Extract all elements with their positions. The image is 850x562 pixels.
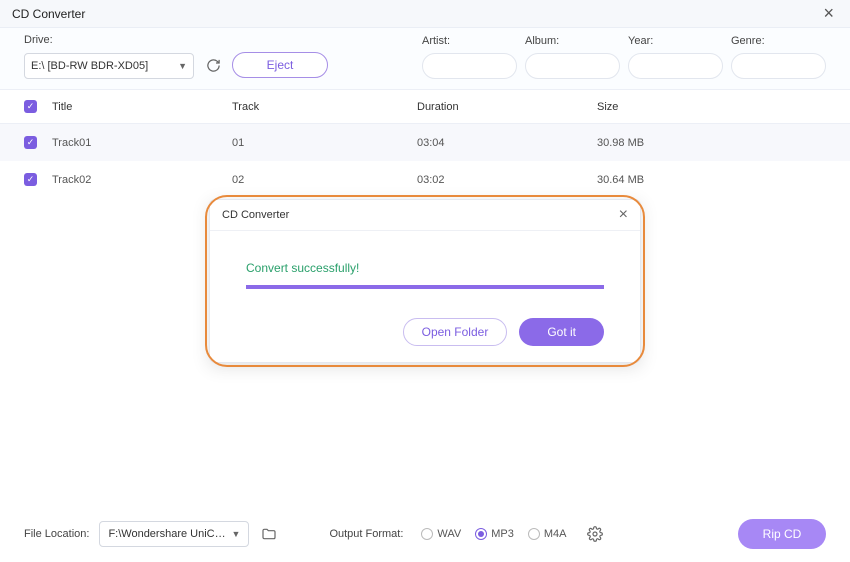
cell-title: Track02	[52, 174, 232, 186]
table-row[interactable]: ✓ Track02 02 03:02 30.64 MB	[0, 161, 850, 198]
format-radio-group: WAV MP3 M4A	[421, 528, 566, 540]
radio-label: WAV	[437, 528, 461, 540]
got-it-button[interactable]: Got it	[519, 318, 604, 346]
rip-cd-button[interactable]: Rip CD	[738, 519, 826, 549]
progress-bar	[246, 285, 604, 289]
drive-label: Drive:	[24, 34, 328, 46]
album-label: Album:	[525, 35, 620, 47]
radio-icon	[528, 528, 540, 540]
genre-group: Genre:	[731, 35, 826, 79]
file-location-label: File Location:	[24, 528, 89, 540]
close-icon[interactable]: ×	[819, 3, 838, 24]
cell-duration: 03:04	[417, 137, 597, 149]
window-title: CD Converter	[12, 7, 85, 21]
cell-track: 01	[232, 137, 417, 149]
settings-icon[interactable]	[587, 524, 607, 544]
select-all-checkbox[interactable]: ✓	[24, 100, 37, 113]
row-checkbox[interactable]: ✓	[24, 136, 37, 149]
drive-value: E:\ [BD-RW BDR-XD05]	[31, 60, 148, 72]
open-folder-button[interactable]: Open Folder	[403, 318, 508, 346]
col-duration: Duration	[417, 101, 597, 113]
folder-icon[interactable]	[259, 524, 279, 544]
col-title: Title	[52, 101, 232, 113]
drive-group: Drive: E:\ [BD-RW BDR-XD05] ▼ Eject	[24, 34, 328, 79]
year-group: Year:	[628, 35, 723, 79]
cell-track: 02	[232, 174, 417, 186]
file-location-value: F:\Wondershare UniConverter	[108, 528, 231, 540]
cell-size: 30.64 MB	[597, 174, 826, 186]
radio-label: M4A	[544, 528, 567, 540]
output-format-label: Output Format:	[329, 528, 403, 540]
radio-icon	[475, 528, 487, 540]
footer-bar: File Location: F:\Wondershare UniConvert…	[0, 506, 850, 562]
refresh-icon[interactable]	[202, 54, 224, 76]
col-track: Track	[232, 101, 417, 113]
cell-duration: 03:02	[417, 174, 597, 186]
table-header: ✓ Title Track Duration Size	[0, 89, 850, 124]
cell-title: Track01	[52, 137, 232, 149]
chevron-down-icon: ▼	[178, 61, 187, 71]
year-input[interactable]	[628, 53, 723, 79]
album-group: Album:	[525, 35, 620, 79]
artist-label: Artist:	[422, 35, 517, 47]
success-message: Convert successfully!	[246, 261, 604, 275]
radio-label: MP3	[491, 528, 514, 540]
modal-header: CD Converter ×	[210, 200, 640, 231]
artist-input[interactable]	[422, 53, 517, 79]
table-row[interactable]: ✓ Track01 01 03:04 30.98 MB	[0, 124, 850, 161]
modal-title: CD Converter	[222, 209, 289, 221]
row-checkbox[interactable]: ✓	[24, 173, 37, 186]
radio-icon	[421, 528, 433, 540]
year-label: Year:	[628, 35, 723, 47]
album-input[interactable]	[525, 53, 620, 79]
modal-close-icon[interactable]: ×	[619, 206, 628, 224]
drive-select[interactable]: E:\ [BD-RW BDR-XD05] ▼	[24, 53, 194, 79]
filter-bar: Drive: E:\ [BD-RW BDR-XD05] ▼ Eject Arti…	[0, 28, 850, 89]
modal-actions: Open Folder Got it	[210, 304, 640, 362]
format-wav[interactable]: WAV	[421, 528, 461, 540]
genre-label: Genre:	[731, 35, 826, 47]
window-header: CD Converter ×	[0, 0, 850, 28]
artist-group: Artist:	[422, 35, 517, 79]
modal-body: Convert successfully!	[210, 231, 640, 304]
format-m4a[interactable]: M4A	[528, 528, 567, 540]
eject-button[interactable]: Eject	[232, 52, 328, 78]
cell-size: 30.98 MB	[597, 137, 826, 149]
genre-input[interactable]	[731, 53, 826, 79]
format-mp3[interactable]: MP3	[475, 528, 514, 540]
success-modal: CD Converter × Convert successfully! Ope…	[209, 199, 641, 363]
success-modal-wrap: CD Converter × Convert successfully! Ope…	[205, 195, 645, 367]
chevron-down-icon: ▼	[232, 529, 241, 539]
col-size: Size	[597, 101, 826, 113]
file-location-select[interactable]: F:\Wondershare UniConverter ▼	[99, 521, 249, 547]
